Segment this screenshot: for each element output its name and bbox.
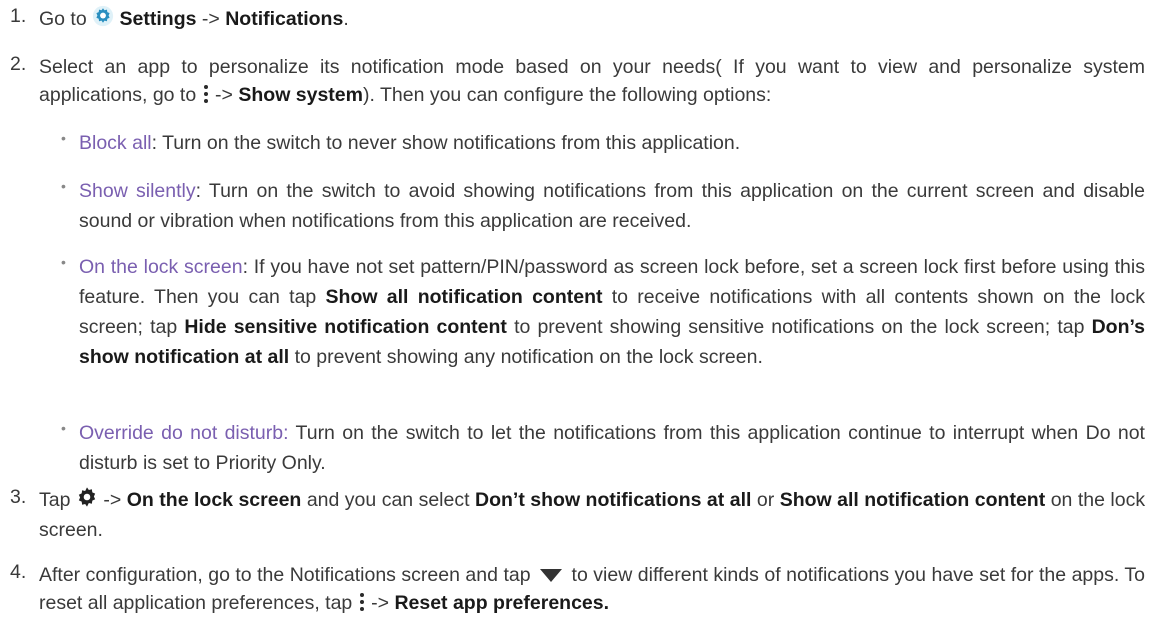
step-2-text: Select an app to personalize its notific… [39,56,1145,106]
step-number: 2. [10,53,27,75]
settings-gear-icon [76,486,98,516]
bullet-dot: • [61,178,66,194]
bullet-dot: • [61,254,66,270]
step-number: 3. [10,486,27,508]
step-4-text: After configuration, go to the Notificat… [39,564,1145,614]
more-vert-icon [202,83,210,105]
gear-icon [92,5,114,35]
reset-app-preferences-label: Reset app preferences. [394,592,610,614]
step-3-text: Tap -> On the lock screen and you can se… [39,486,1145,544]
step-number: 4. [10,561,27,583]
bullet-dot: • [61,130,66,146]
option-text: Show silently: Turn on the switch to avo… [79,180,1145,232]
step-1-text: Go to Settings -> Notifications. [39,5,1145,35]
show-system-label: Show system [238,84,363,106]
step-number: 1. [10,5,27,27]
option-text: Override do not disturb: Turn on the swi… [79,422,1145,474]
option-text: On the lock screen: If you have not set … [79,256,1146,368]
notifications-label: Notifications [225,8,344,31]
bullet-dot: • [61,420,66,436]
option-text: Block all: Turn on the switch to never s… [79,132,741,154]
settings-label: Settings [119,8,197,31]
on-the-lock-screen-label: On the lock screen [126,489,302,512]
more-vert-icon [358,591,366,613]
document-page: 1. Go to Settings -> Notifications. 2. S… [0,0,1163,621]
dropdown-triangle-icon [540,569,563,582]
